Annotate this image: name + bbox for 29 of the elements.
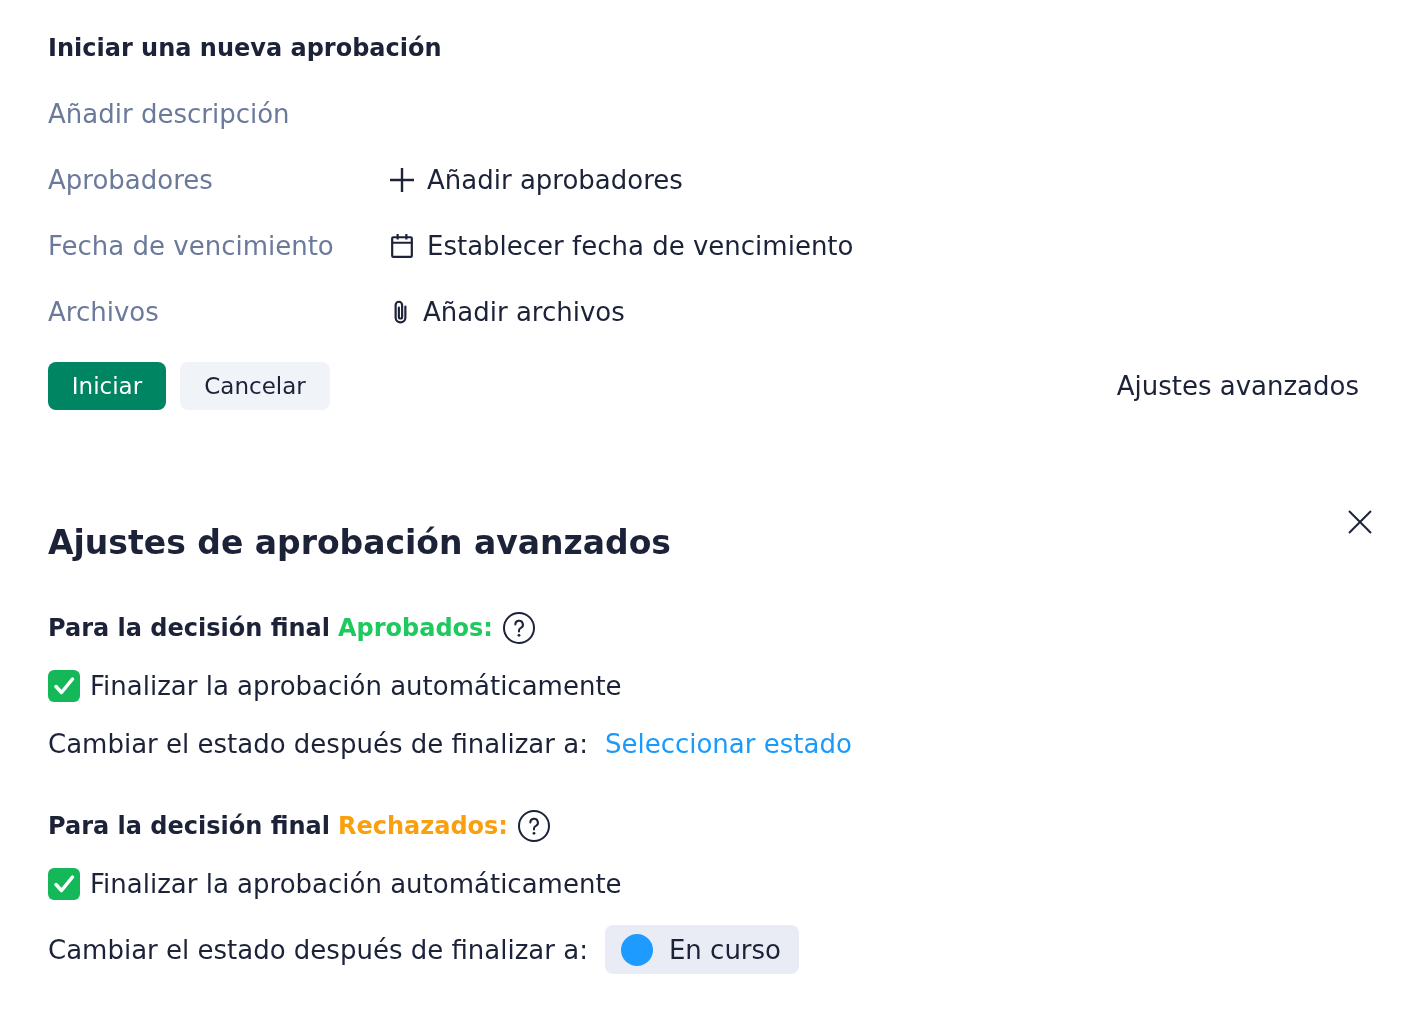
status-dropdown[interactable]: En curso: [604, 925, 799, 974]
cancel-button[interactable]: Cancelar: [180, 362, 330, 410]
action-link[interactable]: Añadir aprobadores: [390, 165, 683, 195]
action-link[interactable]: Establecer fecha de vencimiento: [390, 231, 854, 261]
field-label: Aprobadores: [48, 165, 214, 195]
decision-heading: Para la decisión final: [48, 812, 330, 840]
form-title: Iniciar una nueva aprobación: [48, 34, 442, 62]
status-label: Cambiar el estado después de finalizar a:: [48, 729, 588, 759]
calendar-icon: [390, 234, 414, 258]
paperclip-icon: [394, 300, 407, 324]
checkbox[interactable]: [48, 868, 80, 900]
section-title: Ajustes de aprobación avanzados: [48, 522, 671, 564]
status-label: Cambiar el estado después de finalizar a:: [48, 934, 588, 965]
plus-icon: [390, 168, 414, 192]
checkbox-label: Finalizar la aprobación automáticamente: [90, 671, 622, 701]
decision-heading: Para la decisión final: [48, 614, 330, 642]
decision-label: Aprobados:: [337, 614, 493, 642]
checkbox[interactable]: [48, 670, 80, 702]
close-icon[interactable]: [1348, 510, 1372, 534]
action-link[interactable]: Añadir archivos: [390, 297, 625, 327]
advanced-settings-link[interactable]: Ajustes avanzados: [1116, 371, 1359, 401]
description-field[interactable]: Añadir descripción: [48, 94, 468, 134]
help-icon[interactable]: [517, 810, 550, 842]
start-button[interactable]: Iniciar: [48, 362, 166, 410]
help-icon[interactable]: [502, 612, 535, 644]
field-label: Fecha de vencimiento: [48, 231, 335, 261]
checkbox-label: Finalizar la aprobación automáticamente: [90, 869, 622, 899]
decision-label: Rechazados:: [337, 812, 508, 840]
field-label: Archivos: [48, 297, 160, 327]
